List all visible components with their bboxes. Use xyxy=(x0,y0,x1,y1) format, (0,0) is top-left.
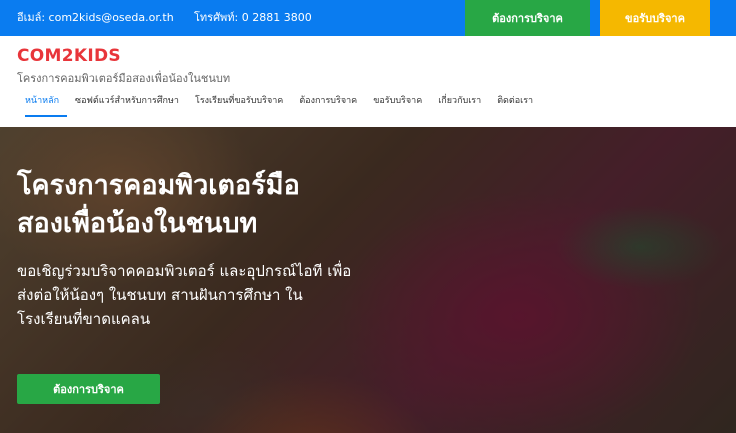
top-bar: อีเมล์: com2kids@oseda.or.th โทรศัพท์: 0… xyxy=(0,0,736,36)
site-logo[interactable]: COM2KIDS xyxy=(17,46,121,66)
nav-item-donate[interactable]: ต้องการบริจาค xyxy=(291,93,365,117)
hero-subtitle: ขอเชิญร่วมบริจาคคอมพิวเตอร์ และอุปกรณ์ไอ… xyxy=(17,262,352,328)
hero-cta-button[interactable]: ต้องการบริจาค xyxy=(17,374,160,404)
nav-item-request[interactable]: ขอรับบริจาค xyxy=(365,93,430,117)
main-nav: หน้าหลัก ซอฟต์แวร์สำหรับการศึกษา โรงเรีย… xyxy=(17,93,541,117)
hero-title-line2: สองเพื่อน้องในชนบท xyxy=(17,208,258,239)
contact-email[interactable]: อีเมล์: com2kids@oseda.or.th xyxy=(17,0,174,36)
nav-item-schools[interactable]: โรงเรียนที่ขอรับบริจาค xyxy=(187,93,291,117)
nav-item-software[interactable]: ซอฟต์แวร์สำหรับการศึกษา xyxy=(67,93,187,117)
hero-title: โครงการคอมพิวเตอร์มือ สองเพื่อน้องในชนบท xyxy=(17,167,347,243)
nav-item-home[interactable]: หน้าหลัก xyxy=(17,93,68,117)
nav-item-about[interactable]: เกี่ยวกับเรา xyxy=(430,93,489,117)
hero-banner: โครงการคอมพิวเตอร์มือ สองเพื่อน้องในชนบท… xyxy=(0,127,736,433)
nav-item-contact[interactable]: ติดต่อเรา xyxy=(489,93,541,117)
need-donation-button[interactable]: ต้องการบริจาค xyxy=(465,0,590,36)
request-donation-button[interactable]: ขอรับบริจาค xyxy=(600,0,710,36)
hero-title-line1: โครงการคอมพิวเตอร์มือ xyxy=(17,170,300,201)
site-tagline: โครงการคอมพิวเตอร์มือสองเพื่อน้องในชนบท xyxy=(17,72,231,85)
contact-phone[interactable]: โทรศัพท์: 0 2881 3800 xyxy=(194,0,312,36)
